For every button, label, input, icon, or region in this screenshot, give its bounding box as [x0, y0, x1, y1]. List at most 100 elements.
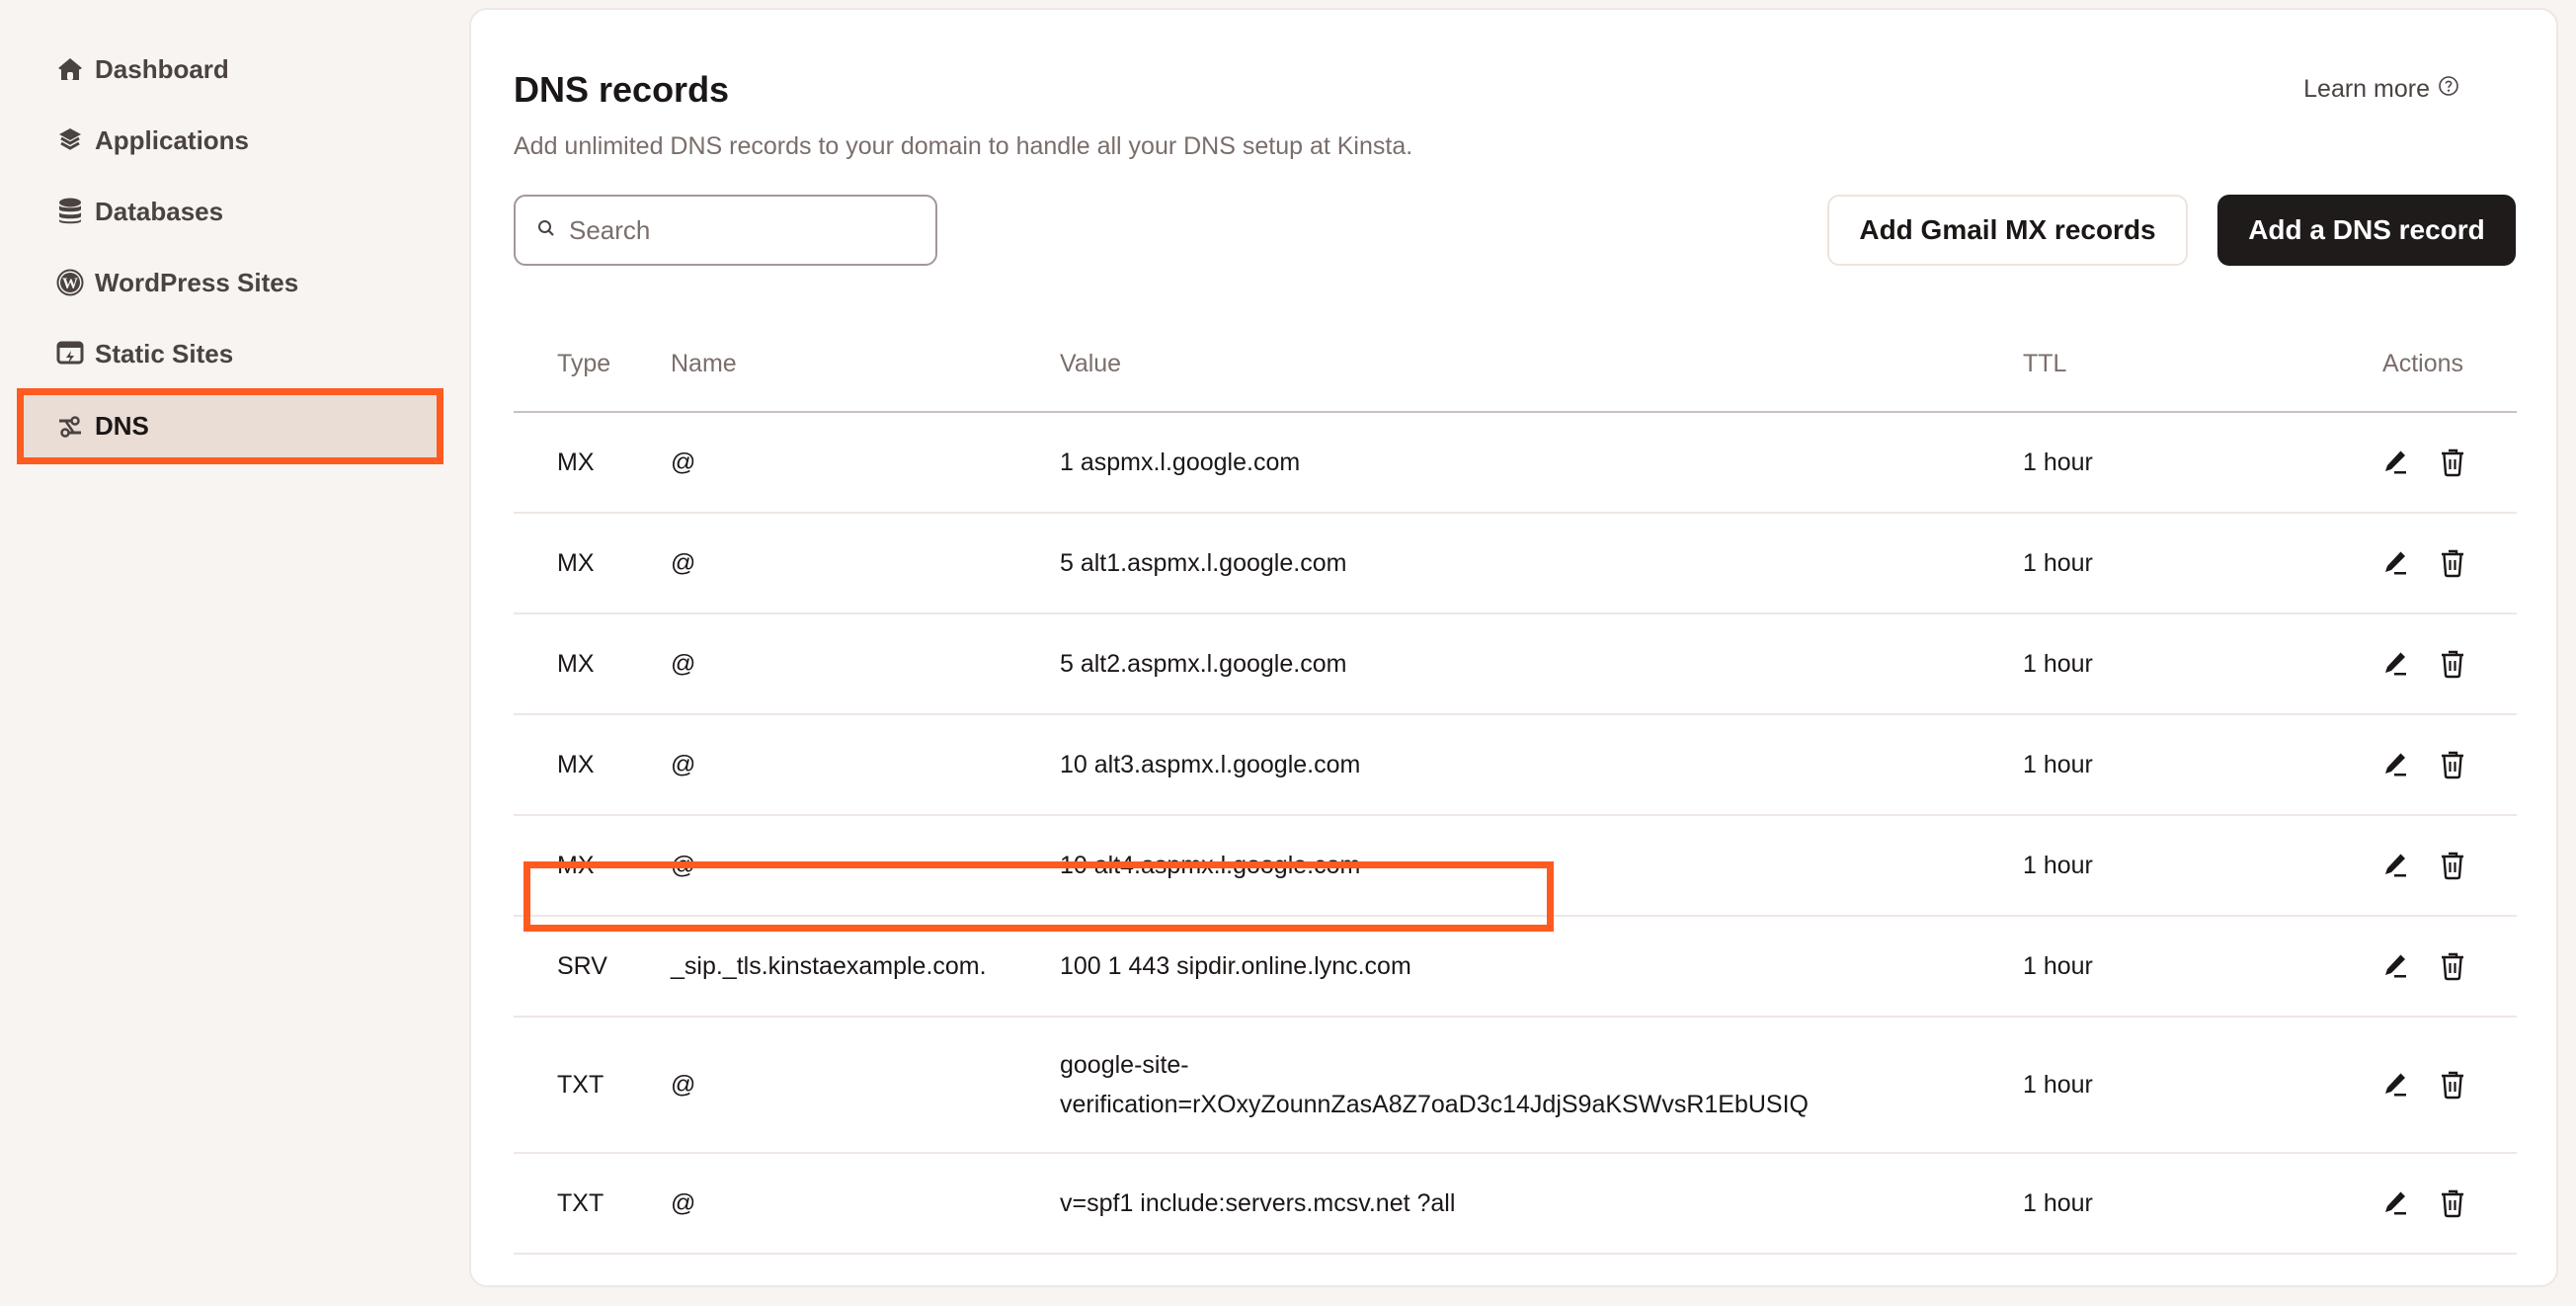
- static-site-icon: [55, 339, 85, 368]
- sidebar-item-wordpress-sites[interactable]: W WordPress Sites: [20, 247, 441, 318]
- cell-value: google-site-verification=rXOxyZounnZasA8…: [1060, 1045, 2023, 1124]
- table-row: TXT @ v=spf1 include:servers.mcsv.net ?all…: [514, 1154, 2517, 1255]
- cell-type: MX: [557, 851, 595, 879]
- cell-name: @: [671, 1188, 696, 1217]
- column-header-ttl[interactable]: TTL: [2023, 350, 2359, 378]
- sidebar-item-applications[interactable]: Applications: [20, 105, 441, 176]
- cell-ttl: 1 hour: [2023, 448, 2093, 476]
- sidebar-item-label: Dashboard: [95, 53, 229, 84]
- column-header-type[interactable]: Type: [514, 350, 671, 378]
- cell-name: @: [671, 649, 696, 678]
- cell-value: v=spf1 include:servers.mcsv.net ?all: [1060, 1184, 2023, 1223]
- edit-icon[interactable]: [2378, 748, 2412, 781]
- cell-value: 10 alt4.aspmx.l.google.com: [1060, 846, 2023, 885]
- wordpress-icon: W: [55, 268, 85, 297]
- trash-icon[interactable]: [2436, 1068, 2469, 1102]
- cell-ttl: 1 hour: [2023, 851, 2093, 879]
- sidebar-item-label: Databases: [95, 196, 224, 226]
- cell-actions: [2359, 748, 2517, 781]
- cell-value: 5 alt2.aspmx.l.google.com: [1060, 644, 2023, 684]
- cell-type: TXT: [557, 1070, 604, 1099]
- add-gmail-mx-records-button[interactable]: Add Gmail MX records: [1827, 195, 2188, 266]
- cell-name: @: [671, 548, 696, 577]
- column-header-value[interactable]: Value: [1060, 344, 2023, 383]
- cell-actions: [2359, 446, 2517, 479]
- column-header-name[interactable]: Name: [671, 350, 1060, 378]
- cell-value-text: 100 1 443 sipdir.online.lync.com: [1060, 952, 1411, 980]
- cell-type: MX: [557, 448, 595, 476]
- home-icon: [55, 54, 85, 84]
- table-row: MX @10 alt3.aspmx.l.google.com 1 hour: [514, 715, 2517, 816]
- cell-ttl: 1 hour: [2023, 548, 2093, 577]
- edit-icon[interactable]: [2378, 446, 2412, 479]
- cell-value-text: v=spf1 include:servers.mcsv.net ?all: [1060, 1189, 1456, 1217]
- edit-icon[interactable]: [2378, 647, 2412, 681]
- table-row: MX @1 aspmx.l.google.com 1 hour: [514, 413, 2517, 514]
- cell-ttl: 1 hour: [2023, 649, 2093, 678]
- page-title: DNS records: [514, 69, 730, 110]
- cell-actions: [2359, 849, 2517, 882]
- cell-actions: [2359, 1068, 2517, 1102]
- cell-value-text: 10 alt4.aspmx.l.google.com: [1060, 852, 1361, 879]
- trash-icon[interactable]: [2436, 748, 2469, 781]
- cell-type: MX: [557, 548, 595, 577]
- cell-value: 5 alt1.aspmx.l.google.com: [1060, 543, 2023, 583]
- cell-actions: [2359, 546, 2517, 580]
- sidebar-item-label: Static Sites: [95, 338, 234, 368]
- svg-text:W: W: [62, 276, 78, 292]
- table-body: MX @1 aspmx.l.google.com 1 hour MX @5 alt1.a…: [514, 413, 2517, 1255]
- layers-icon: [55, 125, 85, 155]
- table-row: MX @5 alt1.aspmx.l.google.com 1 hour: [514, 514, 2517, 614]
- cell-ttl: 1 hour: [2023, 951, 2093, 980]
- table-row: TXT @ google-site-verification=rXOxyZounnZ…: [514, 1018, 2517, 1154]
- table-header: Type Name Value TTL Actions: [514, 316, 2517, 413]
- trash-icon[interactable]: [2436, 546, 2469, 580]
- add-dns-record-button[interactable]: Add a DNS record: [2217, 195, 2516, 266]
- column-header-actions: Actions: [2382, 349, 2463, 377]
- trash-icon[interactable]: [2436, 949, 2469, 983]
- cell-actions: [2359, 949, 2517, 983]
- search-input[interactable]: [569, 214, 905, 246]
- search-icon: [537, 219, 555, 242]
- table-row: MX @5 alt2.aspmx.l.google.com 1 hour: [514, 614, 2517, 715]
- dns-records-table: Type Name Value TTL Actions MX @1 aspmx.l…: [514, 316, 2517, 1255]
- sidebar-item-static-sites[interactable]: Static Sites: [20, 318, 441, 389]
- trash-icon[interactable]: [2436, 1186, 2469, 1220]
- cell-value: 1 aspmx.l.google.com: [1060, 443, 2023, 482]
- search-field[interactable]: [514, 195, 937, 266]
- edit-icon[interactable]: [2378, 546, 2412, 580]
- learn-more-link[interactable]: Learn more: [2303, 75, 2459, 104]
- cell-ttl: 1 hour: [2023, 750, 2093, 778]
- sidebar-item-label: DNS: [95, 411, 149, 441]
- trash-icon[interactable]: [2436, 446, 2469, 479]
- cell-name: _sip._tls.kinstaexample.com.: [671, 951, 987, 980]
- database-icon: [55, 197, 85, 226]
- cell-actions: [2359, 647, 2517, 681]
- cell-value: 100 1 443 sipdir.online.lync.com: [1060, 946, 2023, 986]
- trash-icon[interactable]: [2436, 647, 2469, 681]
- dns-icon: [55, 412, 85, 442]
- cell-type: MX: [557, 649, 595, 678]
- cell-value-text: 10 alt3.aspmx.l.google.com: [1060, 751, 1361, 778]
- help-circle-icon: [2438, 75, 2459, 104]
- sidebar-item-label: Applications: [95, 124, 250, 155]
- edit-icon[interactable]: [2378, 1186, 2412, 1220]
- cell-ttl: 1 hour: [2023, 1070, 2093, 1099]
- sidebar-item-dashboard[interactable]: Dashboard: [20, 34, 441, 105]
- sidebar: Dashboard Applications Databases W WordP…: [0, 0, 454, 1306]
- cell-value-line: verification=rXOxyZounnZasA8Z7oaD3c14Jdj…: [1060, 1091, 1809, 1118]
- edit-icon[interactable]: [2378, 949, 2412, 983]
- cell-value-text: 1 aspmx.l.google.com: [1060, 449, 1301, 476]
- trash-icon[interactable]: [2436, 849, 2469, 882]
- cell-type: MX: [557, 750, 595, 778]
- cell-ttl: 1 hour: [2023, 1188, 2093, 1217]
- edit-icon[interactable]: [2378, 849, 2412, 882]
- cell-value-text: 5 alt1.aspmx.l.google.com: [1060, 549, 1347, 577]
- sidebar-item-dns[interactable]: DNS: [17, 388, 443, 464]
- edit-icon[interactable]: [2378, 1068, 2412, 1102]
- learn-more-label: Learn more: [2303, 75, 2430, 103]
- cell-value-line: google-site-: [1060, 1051, 1189, 1079]
- cell-name: @: [671, 750, 696, 778]
- cell-value: 10 alt3.aspmx.l.google.com: [1060, 745, 2023, 784]
- sidebar-item-databases[interactable]: Databases: [20, 176, 441, 247]
